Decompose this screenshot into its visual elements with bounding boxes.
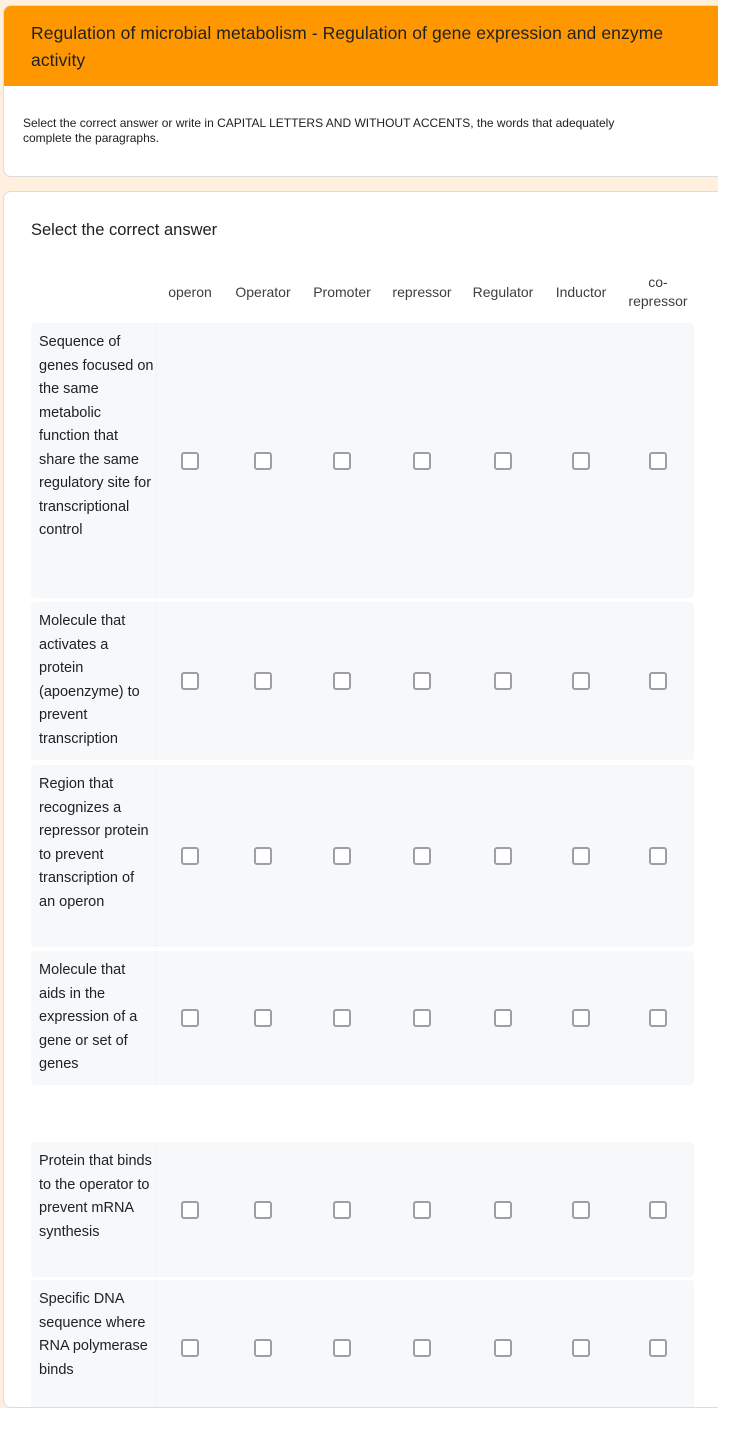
question-title: Select the correct answer	[31, 221, 218, 239]
checkbox-promoter[interactable]	[333, 672, 351, 690]
row-divider	[156, 602, 157, 760]
checkbox-inductor[interactable]	[572, 1338, 590, 1357]
checkbox-co-repressor[interactable]	[649, 1338, 667, 1357]
checkbox-promoter[interactable]	[333, 1338, 351, 1357]
checkbox-co-repressor[interactable]	[649, 847, 667, 865]
form-header-band: Regulation of microbial metabolism - Reg…	[4, 6, 718, 86]
form-description: Select the correct answer or write in CA…	[23, 116, 615, 145]
checkbox-promoter[interactable]	[333, 1009, 351, 1027]
checkbox-operator[interactable]	[254, 1009, 272, 1027]
column-header: Regulator	[472, 283, 534, 300]
checkbox-co-repressor[interactable]	[649, 1009, 667, 1027]
checkbox-operon[interactable]	[181, 1009, 199, 1027]
grid-column-headers: operon Operator Promoter repressor Regulator…	[31, 262, 694, 322]
column-header: operon	[168, 283, 212, 300]
form-viewport: Regulation of microbial metabolism - Reg…	[0, 0, 718, 1436]
page-bottom	[0, 1408, 754, 1436]
row-label: Molecule that activates a protein (apoen…	[39, 613, 140, 747]
form-header-card: Regulation of microbial metabolism - Reg…	[3, 5, 718, 177]
checkbox-promoter[interactable]	[333, 847, 351, 865]
column-header: Promoter	[313, 283, 371, 300]
checkbox-promoter[interactable]	[333, 451, 351, 470]
grid-row: Protein that binds to the operator to pr…	[31, 1142, 694, 1277]
column-header: Inductor	[555, 283, 607, 300]
checkbox-repressor[interactable]	[413, 1338, 431, 1357]
row-divider	[156, 1280, 157, 1407]
checkbox-operator[interactable]	[254, 1338, 272, 1357]
checkbox-operator[interactable]	[254, 451, 272, 470]
checkbox-promoter[interactable]	[333, 1200, 351, 1219]
checkbox-inductor[interactable]	[572, 451, 590, 470]
column-header: co-repressor	[628, 274, 688, 309]
row-label: Region that recognizes a repressor prote…	[39, 776, 149, 910]
row-divider	[156, 765, 157, 947]
checkbox-co-repressor[interactable]	[649, 451, 667, 470]
checkbox-regulator[interactable]	[494, 672, 512, 690]
checkbox-regulator[interactable]	[494, 1009, 512, 1027]
checkbox-inductor[interactable]	[572, 1200, 590, 1219]
row-label: Specific DNA sequence where RNA polymera…	[39, 1291, 148, 1378]
checkbox-repressor[interactable]	[413, 451, 431, 470]
checkbox-regulator[interactable]	[494, 1200, 512, 1219]
row-label: Sequence of genes focused on the same me…	[39, 334, 154, 538]
checkbox-repressor[interactable]	[413, 1200, 431, 1219]
row-divider	[156, 951, 157, 1085]
checkbox-co-repressor[interactable]	[649, 672, 667, 690]
checkbox-grid: operon Operator Promoter repressor Regulator…	[31, 262, 694, 1407]
checkbox-operon[interactable]	[181, 1200, 199, 1219]
checkbox-inductor[interactable]	[572, 847, 590, 865]
checkbox-regulator[interactable]	[494, 847, 512, 865]
checkbox-operator[interactable]	[254, 847, 272, 865]
grid-row: Molecule that aids in the expression of …	[31, 951, 694, 1085]
grid-row: Specific DNA sequence where RNA polymera…	[31, 1280, 694, 1407]
checkbox-regulator[interactable]	[494, 451, 512, 470]
checkbox-regulator[interactable]	[494, 1338, 512, 1357]
checkbox-operon[interactable]	[181, 847, 199, 865]
grid-row: Molecule that activates a protein (apoen…	[31, 602, 694, 760]
checkbox-operon[interactable]	[181, 1338, 199, 1357]
grid-row: Sequence of genes focused on the same me…	[31, 323, 694, 598]
grid-row: Region that recognizes a repressor prote…	[31, 765, 694, 947]
checkbox-repressor[interactable]	[413, 847, 431, 865]
form-title: Regulation of microbial metabolism - Reg…	[31, 23, 664, 70]
column-header: Operator	[235, 283, 291, 300]
checkbox-operon[interactable]	[181, 451, 199, 470]
column-header: repressor	[392, 283, 452, 300]
checkbox-repressor[interactable]	[413, 672, 431, 690]
row-divider	[156, 1142, 157, 1277]
checkbox-inductor[interactable]	[572, 1009, 590, 1027]
checkbox-repressor[interactable]	[413, 1009, 431, 1027]
checkbox-co-repressor[interactable]	[649, 1200, 667, 1219]
checkbox-operator[interactable]	[254, 672, 272, 690]
checkbox-operon[interactable]	[181, 672, 199, 690]
row-divider	[156, 323, 157, 598]
row-label: Protein that binds to the operator to pr…	[39, 1153, 152, 1240]
row-label: Molecule that aids in the expression of …	[39, 962, 138, 1072]
checkbox-inductor[interactable]	[572, 672, 590, 690]
checkbox-operator[interactable]	[254, 1200, 272, 1219]
question-card: Select the correct answer operon Operator…	[3, 191, 718, 1408]
